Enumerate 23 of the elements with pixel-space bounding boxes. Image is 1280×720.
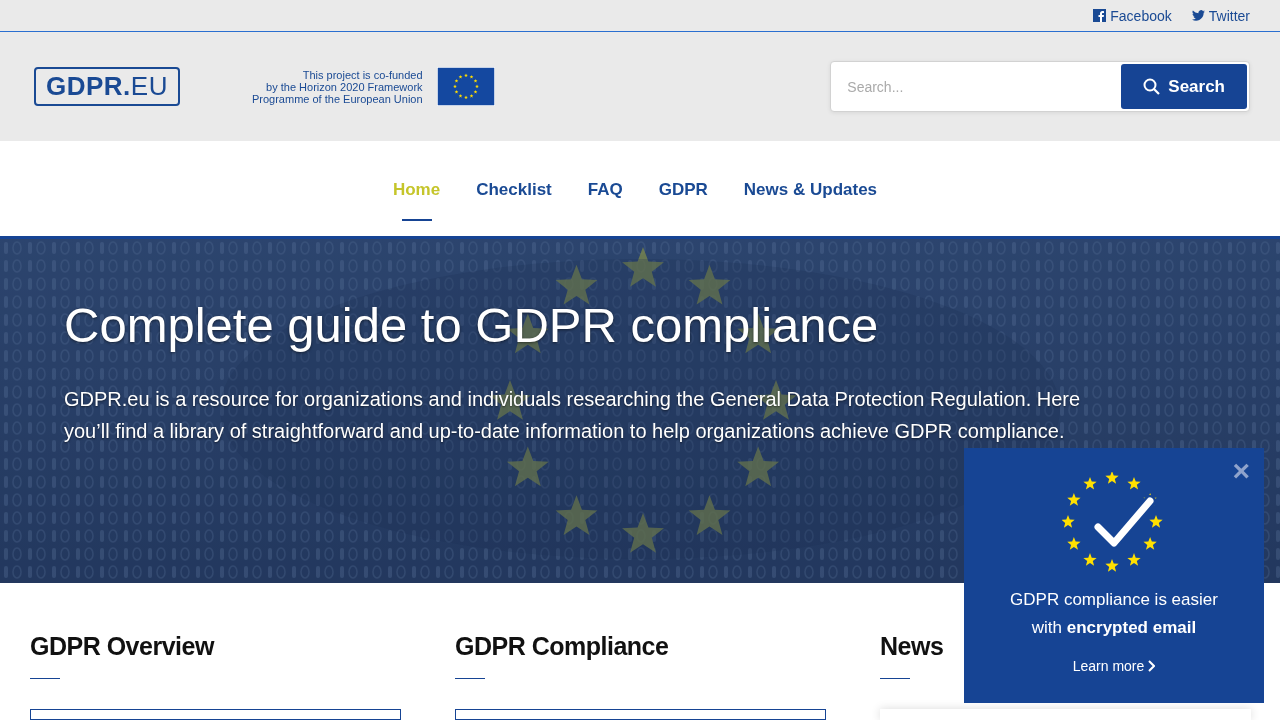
nav-tab[interactable]: FAQ — [569, 143, 641, 236]
search-field[interactable]: Search... Search — [830, 61, 1250, 112]
bird-icon — [1191, 9, 1205, 22]
facebook-link[interactable]: Facebook — [1093, 7, 1172, 24]
hero-text: GDPR.eu is a resource for organizations and individuals researching the General Data Protection Regulation. Here you’ll find a library of straightforward and up-to-date information to help organizations achieve GDPR compliance. — [64, 387, 1082, 444]
cofunding-note: This project is co-funded by the Horizon 2020 Framework Programme of the European Union — [251, 68, 423, 105]
eu-flag-icon — [436, 67, 495, 106]
section-heading: News — [880, 631, 945, 662]
learn-more-link[interactable]: Learn more — [1072, 658, 1156, 674]
nav-tab[interactable]: Checklist — [458, 143, 570, 236]
promo-text: GDPR compliance is easier with encrypted email — [1009, 589, 1219, 639]
nav-tab[interactable]: News & Updates — [725, 143, 896, 236]
section-heading: GDPR Overview — [30, 631, 216, 662]
facebook-icon — [1093, 9, 1107, 22]
chevron-right-icon — [1148, 660, 1156, 672]
twitter-link[interactable]: Twitter — [1191, 7, 1250, 24]
site-logo[interactable]: GDPR.EU — [34, 67, 180, 106]
search-icon — [1143, 78, 1161, 95]
close-button[interactable]: × — [1232, 456, 1250, 486]
section-heading: GDPR Compliance — [455, 631, 670, 662]
search-button[interactable]: Search — [1121, 64, 1247, 109]
hero-title: Complete guide to GDPR compliance — [64, 297, 880, 353]
nav-tab[interactable]: GDPR — [640, 143, 726, 236]
